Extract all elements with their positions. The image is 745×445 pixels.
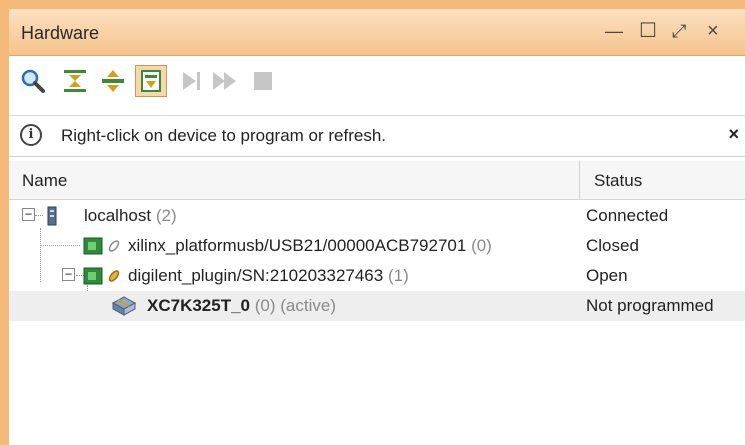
row-name: digilent_plugin/SN:210203327463 (128, 266, 384, 285)
auto-connect-icon (141, 70, 161, 92)
info-message: Right-click on device to program or refr… (61, 126, 387, 145)
float-button[interactable]: ⤢ (672, 19, 686, 43)
hardware-panel: Hardware — ☐ ⤢ × i Right-click on device… (9, 9, 745, 445)
stop-icon (254, 72, 272, 90)
step-button[interactable] (175, 65, 207, 97)
search-icon (21, 69, 45, 93)
panel-titlebar: Hardware — ☐ ⤢ × (9, 9, 745, 56)
column-header-name[interactable]: Name (22, 171, 67, 191)
row-name: XC7K325T_0 (147, 296, 251, 315)
tree-row-digilent-plugin[interactable]: − digilent_plugin/SN:210203327463 (1) Op… (9, 261, 745, 291)
table-header: Name Status (9, 161, 745, 200)
panel-title: Hardware (21, 23, 100, 43)
maximize-button[interactable]: ☐ (639, 19, 657, 43)
row-count: (0) (471, 236, 492, 255)
toolbar (9, 56, 745, 114)
search-button[interactable] (17, 65, 49, 97)
step-icon (183, 72, 200, 90)
row-name: localhost (84, 206, 152, 225)
row-status: Open (586, 266, 628, 285)
tree-row-xc7k325t[interactable]: XC7K325T_0 (0) (active) Not programmed (9, 291, 745, 321)
run-button[interactable] (209, 65, 241, 97)
fpga-chip-icon (111, 296, 137, 316)
stop-button[interactable] (247, 65, 279, 97)
info-icon: i (20, 124, 42, 146)
close-button[interactable]: × (707, 19, 719, 43)
link-icon (108, 270, 120, 282)
auto-connect-button[interactable] (135, 65, 167, 97)
link-icon (108, 240, 120, 252)
row-count: (1) (387, 266, 409, 285)
expand-all-button[interactable] (97, 65, 129, 97)
tree-row-localhost[interactable]: − localhost (2) Connected (9, 201, 745, 231)
row-status: Closed (586, 236, 639, 255)
collapse-toggle[interactable]: − (22, 208, 35, 221)
collapse-toggle[interactable]: − (62, 268, 75, 281)
server-icon (47, 206, 57, 226)
collapse-all-icon (64, 70, 86, 92)
row-active-tag: (active) (280, 296, 336, 315)
info-close-button[interactable]: × (728, 124, 739, 145)
row-count: (2) (155, 206, 177, 225)
row-status: Connected (586, 206, 669, 225)
row-name: xilinx_platformusb/USB21/00000ACB792701 (128, 236, 467, 255)
expand-all-icon (102, 70, 124, 92)
collapse-all-button[interactable] (59, 65, 91, 97)
info-banner: i Right-click on device to program or re… (9, 115, 745, 157)
tree-row-xilinx-platformusb[interactable]: xilinx_platformusb/USB21/00000ACB792701 … (9, 231, 745, 261)
minimize-button[interactable]: — (605, 19, 623, 43)
column-divider[interactable] (579, 161, 580, 199)
run-icon (213, 72, 236, 90)
board-icon (83, 237, 103, 255)
row-status: Not programmed (586, 296, 714, 315)
board-icon (83, 267, 103, 285)
column-header-status[interactable]: Status (594, 171, 642, 191)
row-count: (0) (254, 296, 276, 315)
